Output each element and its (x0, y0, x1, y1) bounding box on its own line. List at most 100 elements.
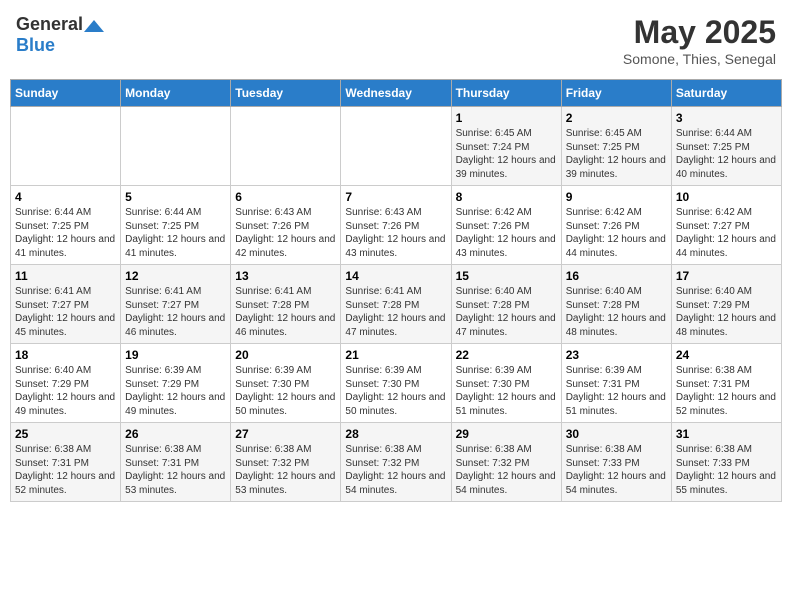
day-info: Sunrise: 6:38 AM Sunset: 7:32 PM Dayligh… (456, 443, 557, 497)
day-number: 9 (566, 190, 667, 204)
day-number: 3 (676, 111, 777, 125)
week-row-4: 18 Sunrise: 6:40 AM Sunset: 7:29 PM Dayli… (11, 344, 782, 423)
day-cell: 22 Sunrise: 6:39 AM Sunset: 7:30 PM Dayli… (451, 344, 561, 423)
day-number: 27 (235, 427, 336, 441)
calendar-table: SundayMondayTuesdayWednesdayThursdayFrid… (10, 79, 782, 502)
day-cell: 27 Sunrise: 6:38 AM Sunset: 7:32 PM Dayli… (231, 423, 341, 502)
day-info: Sunrise: 6:41 AM Sunset: 7:28 PM Dayligh… (235, 285, 336, 339)
day-info: Sunrise: 6:39 AM Sunset: 7:29 PM Dayligh… (125, 364, 226, 418)
day-cell: 31Sunrise: 6:38 AM Sunset: 7:33 PM Dayli… (671, 423, 781, 502)
day-info: Sunrise: 6:41 AM Sunset: 7:27 PM Dayligh… (15, 285, 116, 339)
day-info: Sunrise: 6:39 AM Sunset: 7:30 PM Dayligh… (456, 364, 557, 418)
week-row-3: 11 Sunrise: 6:41 AM Sunset: 7:27 PM Dayli… (11, 265, 782, 344)
day-cell: 24 Sunrise: 6:38 AM Sunset: 7:31 PM Dayli… (671, 344, 781, 423)
days-header-row: SundayMondayTuesdayWednesdayThursdayFrid… (11, 80, 782, 107)
day-header-wednesday: Wednesday (341, 80, 451, 107)
day-number: 8 (456, 190, 557, 204)
day-info: Sunrise: 6:42 AM Sunset: 7:27 PM Dayligh… (676, 206, 777, 260)
day-cell (341, 107, 451, 186)
day-info: Sunrise: 6:43 AM Sunset: 7:26 PM Dayligh… (345, 206, 446, 260)
day-cell: 1Sunrise: 6:45 AM Sunset: 7:24 PM Daylig… (451, 107, 561, 186)
day-cell: 17 Sunrise: 6:40 AM Sunset: 7:29 PM Dayli… (671, 265, 781, 344)
day-header-monday: Monday (121, 80, 231, 107)
title-area: May 2025 Somone, Thies, Senegal (623, 14, 776, 67)
day-cell: 16 Sunrise: 6:40 AM Sunset: 7:28 PM Dayli… (561, 265, 671, 344)
location-subtitle: Somone, Thies, Senegal (623, 51, 776, 67)
day-header-sunday: Sunday (11, 80, 121, 107)
day-cell: 11 Sunrise: 6:41 AM Sunset: 7:27 PM Dayli… (11, 265, 121, 344)
day-cell: 30 Sunrise: 6:38 AM Sunset: 7:33 PM Dayli… (561, 423, 671, 502)
day-cell: 7 Sunrise: 6:43 AM Sunset: 7:26 PM Daylig… (341, 186, 451, 265)
day-info: Sunrise: 6:40 AM Sunset: 7:29 PM Dayligh… (15, 364, 116, 418)
day-number: 18 (15, 348, 116, 362)
day-cell (231, 107, 341, 186)
day-info: Sunrise: 6:44 AM Sunset: 7:25 PM Dayligh… (125, 206, 226, 260)
day-cell: 21 Sunrise: 6:39 AM Sunset: 7:30 PM Dayli… (341, 344, 451, 423)
logo-blue: Blue (16, 35, 55, 55)
day-number: 25 (15, 427, 116, 441)
day-number: 7 (345, 190, 446, 204)
day-cell: 4 Sunrise: 6:44 AM Sunset: 7:25 PM Daylig… (11, 186, 121, 265)
day-cell (121, 107, 231, 186)
day-cell: 3Sunrise: 6:44 AM Sunset: 7:25 PM Daylig… (671, 107, 781, 186)
day-info: Sunrise: 6:44 AM Sunset: 7:25 PM Dayligh… (15, 206, 116, 260)
day-info: Sunrise: 6:39 AM Sunset: 7:31 PM Dayligh… (566, 364, 667, 418)
day-number: 4 (15, 190, 116, 204)
day-cell: 26Sunrise: 6:38 AM Sunset: 7:31 PM Dayli… (121, 423, 231, 502)
day-info: Sunrise: 6:40 AM Sunset: 7:28 PM Dayligh… (456, 285, 557, 339)
day-number: 28 (345, 427, 446, 441)
day-number: 31 (676, 427, 777, 441)
week-row-1: 1Sunrise: 6:45 AM Sunset: 7:24 PM Daylig… (11, 107, 782, 186)
day-cell: 29 Sunrise: 6:38 AM Sunset: 7:32 PM Dayli… (451, 423, 561, 502)
day-info: Sunrise: 6:41 AM Sunset: 7:28 PM Dayligh… (345, 285, 446, 339)
day-number: 16 (566, 269, 667, 283)
day-cell: 19 Sunrise: 6:39 AM Sunset: 7:29 PM Dayli… (121, 344, 231, 423)
logo-general: General (16, 14, 83, 34)
day-number: 11 (15, 269, 116, 283)
day-cell: 15Sunrise: 6:40 AM Sunset: 7:28 PM Dayli… (451, 265, 561, 344)
day-info: Sunrise: 6:42 AM Sunset: 7:26 PM Dayligh… (456, 206, 557, 260)
day-number: 21 (345, 348, 446, 362)
day-number: 20 (235, 348, 336, 362)
day-number: 10 (676, 190, 777, 204)
day-number: 24 (676, 348, 777, 362)
day-info: Sunrise: 6:38 AM Sunset: 7:32 PM Dayligh… (345, 443, 446, 497)
day-info: Sunrise: 6:39 AM Sunset: 7:30 PM Dayligh… (345, 364, 446, 418)
day-cell: 13 Sunrise: 6:41 AM Sunset: 7:28 PM Dayli… (231, 265, 341, 344)
day-number: 12 (125, 269, 226, 283)
day-info: Sunrise: 6:38 AM Sunset: 7:33 PM Dayligh… (566, 443, 667, 497)
day-info: Sunrise: 6:38 AM Sunset: 7:31 PM Dayligh… (15, 443, 116, 497)
day-number: 17 (676, 269, 777, 283)
day-number: 22 (456, 348, 557, 362)
day-header-saturday: Saturday (671, 80, 781, 107)
day-info: Sunrise: 6:38 AM Sunset: 7:31 PM Dayligh… (676, 364, 777, 418)
day-info: Sunrise: 6:40 AM Sunset: 7:28 PM Dayligh… (566, 285, 667, 339)
day-cell: 12 Sunrise: 6:41 AM Sunset: 7:27 PM Dayli… (121, 265, 231, 344)
day-number: 23 (566, 348, 667, 362)
day-cell: 10 Sunrise: 6:42 AM Sunset: 7:27 PM Dayli… (671, 186, 781, 265)
day-info: Sunrise: 6:41 AM Sunset: 7:27 PM Dayligh… (125, 285, 226, 339)
day-cell: 6Sunrise: 6:43 AM Sunset: 7:26 PM Daylig… (231, 186, 341, 265)
day-cell: 14 Sunrise: 6:41 AM Sunset: 7:28 PM Dayli… (341, 265, 451, 344)
day-cell: 5 Sunrise: 6:44 AM Sunset: 7:25 PM Daylig… (121, 186, 231, 265)
day-info: Sunrise: 6:39 AM Sunset: 7:30 PM Dayligh… (235, 364, 336, 418)
day-header-thursday: Thursday (451, 80, 561, 107)
day-cell: 18 Sunrise: 6:40 AM Sunset: 7:29 PM Dayli… (11, 344, 121, 423)
day-cell: 28 Sunrise: 6:38 AM Sunset: 7:32 PM Dayli… (341, 423, 451, 502)
day-info: Sunrise: 6:43 AM Sunset: 7:26 PM Dayligh… (235, 206, 336, 260)
day-number: 14 (345, 269, 446, 283)
day-info: Sunrise: 6:38 AM Sunset: 7:32 PM Dayligh… (235, 443, 336, 497)
day-cell: 23 Sunrise: 6:39 AM Sunset: 7:31 PM Dayli… (561, 344, 671, 423)
day-info: Sunrise: 6:38 AM Sunset: 7:31 PM Dayligh… (125, 443, 226, 497)
day-number: 30 (566, 427, 667, 441)
day-number: 29 (456, 427, 557, 441)
day-number: 5 (125, 190, 226, 204)
day-cell: 8 Sunrise: 6:42 AM Sunset: 7:26 PM Daylig… (451, 186, 561, 265)
day-cell: 20 Sunrise: 6:39 AM Sunset: 7:30 PM Dayli… (231, 344, 341, 423)
week-row-5: 25 Sunrise: 6:38 AM Sunset: 7:31 PM Dayli… (11, 423, 782, 502)
day-info: Sunrise: 6:40 AM Sunset: 7:29 PM Dayligh… (676, 285, 777, 339)
day-number: 13 (235, 269, 336, 283)
day-number: 19 (125, 348, 226, 362)
day-info: Sunrise: 6:45 AM Sunset: 7:25 PM Dayligh… (566, 127, 667, 181)
day-header-tuesday: Tuesday (231, 80, 341, 107)
